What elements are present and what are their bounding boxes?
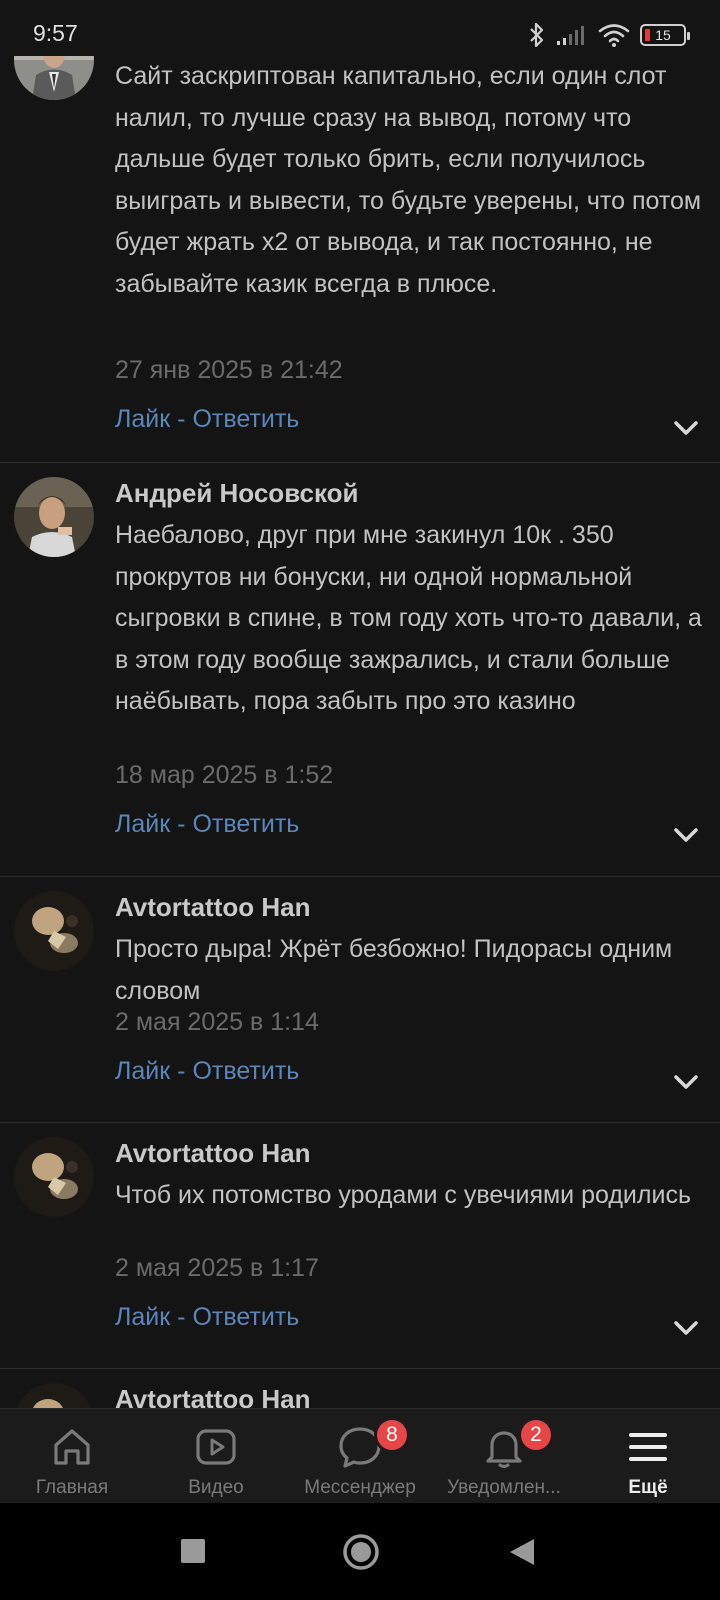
reply-link[interactable]: Ответить	[192, 810, 299, 838]
chevron-down-icon[interactable]	[672, 825, 700, 845]
avatar[interactable]	[14, 477, 94, 557]
separator: -	[170, 1303, 193, 1331]
comment-item: Avtortattoo Han Чтоб их потомство уродам…	[0, 1123, 720, 1368]
nav-label: Видео	[188, 1477, 244, 1498]
comment-actions: Лайк - Ответить	[115, 1057, 299, 1086]
comment-actions: Лайк - Ответить	[115, 405, 299, 434]
separator: -	[170, 810, 193, 838]
comments-feed[interactable]: Сайт заскриптован капитально, если один …	[0, 0, 720, 1408]
bluetooth-icon	[530, 22, 544, 48]
nav-label: Мессенджер	[304, 1477, 416, 1498]
system-navigation-bar	[0, 1503, 720, 1600]
battery-percent: 15	[655, 27, 671, 43]
battery-level	[645, 29, 650, 41]
nav-label: Уведомлен...	[447, 1477, 561, 1498]
nav-item-messenger[interactable]: 8 Мессенджер	[288, 1409, 432, 1503]
nav-item-video[interactable]: Видео	[144, 1409, 288, 1503]
signal-icon	[557, 26, 584, 45]
menu-icon	[629, 1433, 667, 1461]
nav-item-more[interactable]: Ещё	[576, 1409, 720, 1503]
nav-label: Ещё	[628, 1477, 668, 1498]
comment-author[interactable]: Avtortattoo Han	[115, 892, 310, 923]
comment-date: 2 мая 2025 в 1:17	[115, 1254, 319, 1282]
comment-actions: Лайк - Ответить	[115, 810, 299, 839]
comment-item: Avtortattoo Han Просто дыра! Жрёт безбож…	[0, 877, 720, 1122]
comment-author[interactable]: Андрей Носовской	[115, 478, 359, 509]
like-link[interactable]: Лайк	[115, 810, 170, 838]
chevron-down-icon[interactable]	[672, 1072, 700, 1092]
reply-link[interactable]: Ответить	[192, 1057, 299, 1085]
nav-label: Главная	[35, 1477, 109, 1498]
status-time: 9:57	[33, 20, 78, 46]
status-bar: 9:57 15	[0, 0, 720, 56]
comment-date: 18 мар 2025 в 1:52	[115, 761, 334, 789]
notification-badge: 8	[374, 1417, 410, 1453]
comment-date: 27 янв 2025 в 21:42	[115, 356, 343, 384]
nav-item-notifications[interactable]: 2 Уведомлен...	[432, 1409, 576, 1503]
comment-text: Чтоб их потомство уродами с увечиями род…	[115, 1181, 691, 1209]
chevron-down-icon[interactable]	[672, 418, 700, 438]
recents-icon[interactable]	[180, 1538, 206, 1564]
avatar[interactable]	[14, 1383, 94, 1408]
like-link[interactable]: Лайк	[115, 1057, 170, 1085]
like-link[interactable]: Лайк	[115, 1303, 170, 1331]
comment-item: Avtortattoo Han	[0, 1369, 720, 1408]
video-icon	[196, 1429, 236, 1465]
comment-text: Сайт заскриптован капитально, если один …	[115, 62, 702, 298]
avatar[interactable]	[14, 1137, 94, 1217]
comment-text: Наебалово, друг при мне закинул 10к . 35…	[115, 521, 702, 715]
home-icon	[54, 1429, 90, 1465]
home-button-icon[interactable]	[342, 1533, 380, 1571]
separator: -	[170, 405, 193, 433]
separator: -	[170, 1057, 193, 1085]
bottom-navigation: Главная Видео 8 Мессенджер 2 Уведомлен..…	[0, 1408, 720, 1503]
back-icon[interactable]	[508, 1537, 536, 1567]
reply-link[interactable]: Ответить	[192, 1303, 299, 1331]
avatar[interactable]	[14, 891, 94, 971]
battery-icon: 15	[640, 24, 690, 46]
status-icons: 15	[528, 20, 690, 50]
comment-item: Сайт заскриптован капитально, если один …	[0, 0, 720, 462]
wifi-icon	[598, 24, 630, 47]
comment-text: Просто дыра! Жрёт безбожно! Пидорасы одн…	[115, 935, 673, 1005]
comment-date: 2 мая 2025 в 1:14	[115, 1008, 319, 1036]
comment-author[interactable]: Avtortattoo Han	[115, 1138, 310, 1169]
like-link[interactable]: Лайк	[115, 405, 170, 433]
comment-actions: Лайк - Ответить	[115, 1303, 299, 1332]
nav-item-home[interactable]: Главная	[0, 1409, 144, 1503]
notification-badge: 2	[518, 1417, 554, 1453]
comment-author[interactable]: Avtortattoo Han	[115, 1384, 310, 1408]
comment-item: Андрей Носовской Наебалово, друг при мне…	[0, 463, 720, 875]
reply-link[interactable]: Ответить	[192, 405, 299, 433]
chevron-down-icon[interactable]	[672, 1318, 700, 1338]
